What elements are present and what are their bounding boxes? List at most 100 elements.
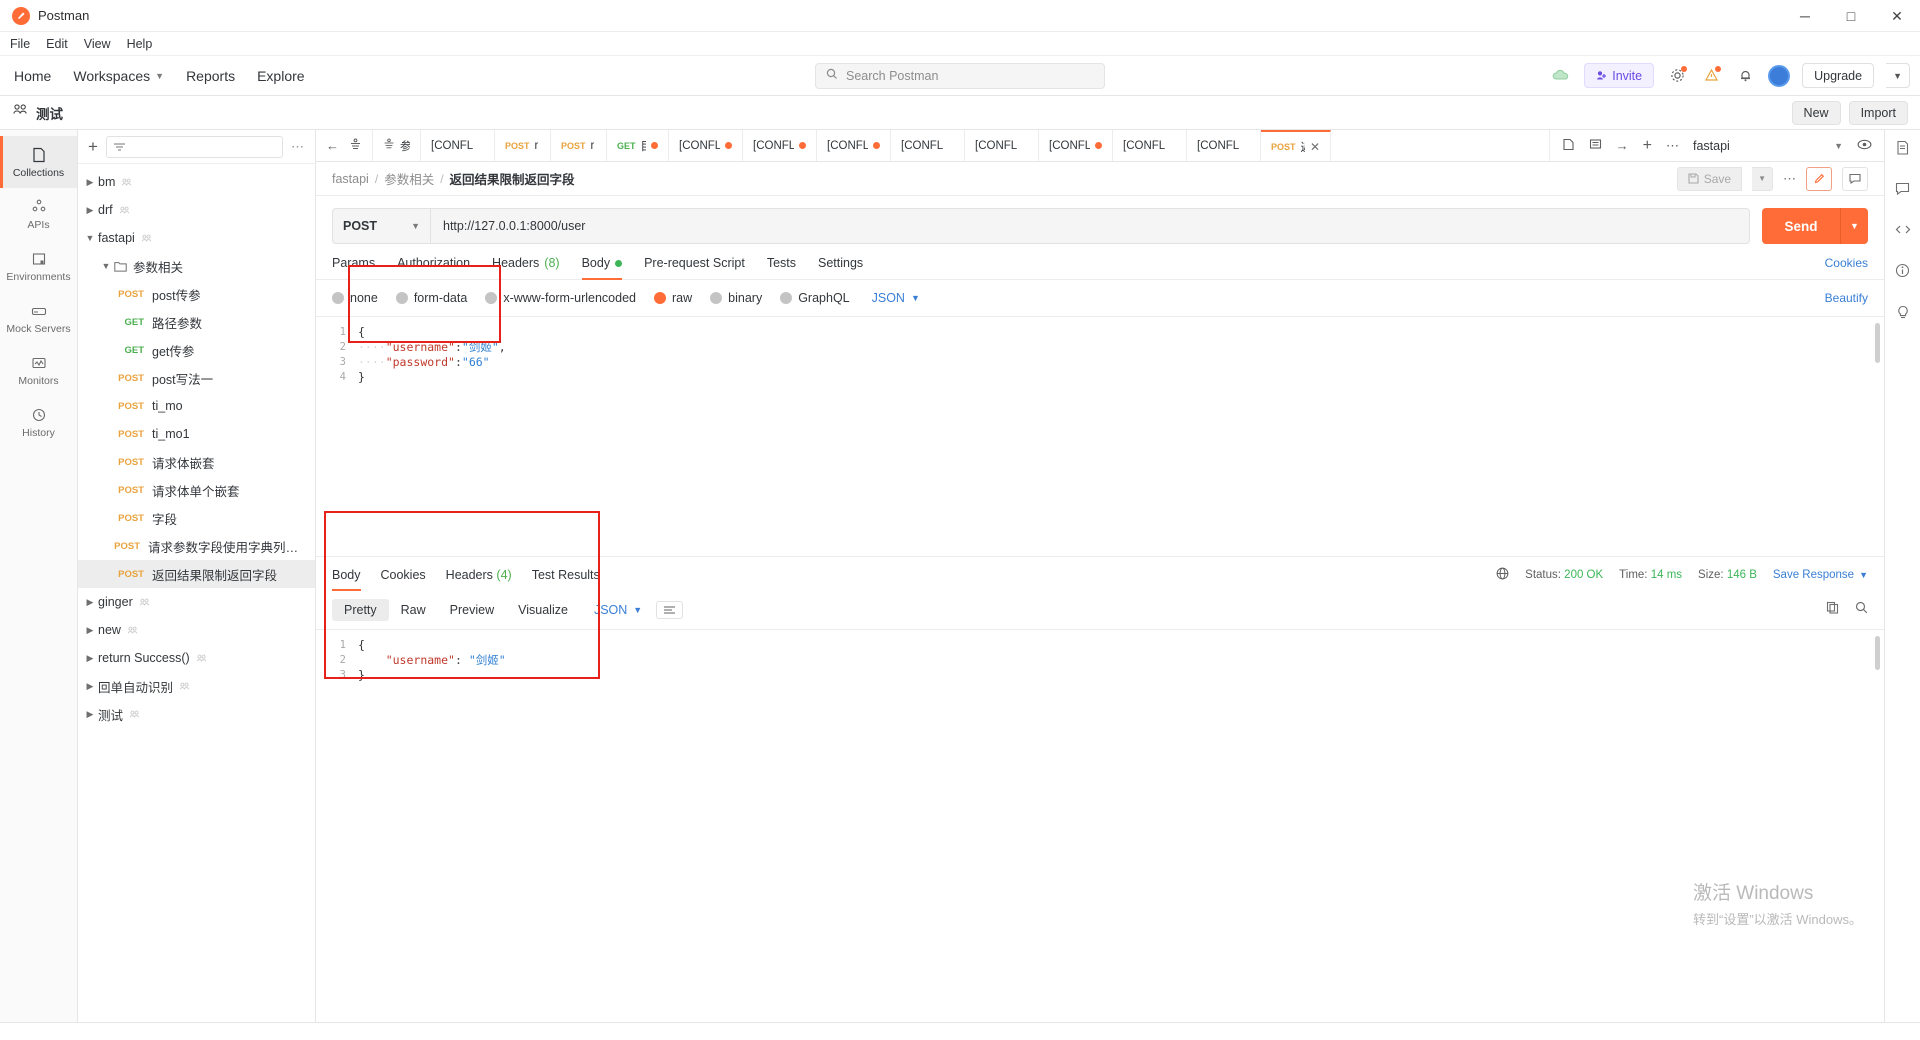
response-tab-body[interactable]: Body (332, 568, 361, 591)
tree-collection-row[interactable]: ▶ return Success() (78, 644, 315, 672)
settings-gear-icon[interactable] (1666, 65, 1688, 87)
chevron-right-icon[interactable]: ▶ (82, 653, 98, 664)
sync-status-icon[interactable] (1550, 65, 1572, 87)
view-pretty[interactable]: Pretty (332, 599, 389, 621)
rail-item-mock-servers[interactable]: Mock Servers (0, 292, 77, 344)
nav-reports[interactable]: Reports (186, 68, 235, 84)
response-tab-cookies[interactable]: Cookies (381, 568, 426, 590)
menu-item-edit[interactable]: Edit (46, 37, 68, 51)
nav-home[interactable]: Home (14, 68, 51, 84)
tree-request-row[interactable]: POST post写法一 (78, 364, 315, 392)
open-tab[interactable]: [CONFL (669, 130, 743, 161)
beautify-link[interactable]: Beautify (1825, 291, 1868, 305)
tree-collection-row[interactable]: ▶ ginger (78, 588, 315, 616)
chevron-right-icon[interactable]: ▶ (82, 625, 98, 636)
chevron-down-icon[interactable]: ▼ (98, 261, 114, 271)
search-icon[interactable] (1855, 601, 1868, 619)
add-new-icon[interactable]: + (88, 138, 98, 155)
response-body-viewer[interactable]: 1{2 "username": "剑姬" 3} (316, 630, 1884, 1022)
open-tab[interactable]: [CONFL (743, 130, 817, 161)
open-tab[interactable]: POST r (495, 130, 551, 161)
close-tab-icon[interactable]: ✕ (1310, 140, 1320, 154)
open-tab[interactable]: 参 (373, 130, 421, 161)
tree-request-row[interactable]: POST 请求体嵌套 (78, 448, 315, 476)
request-more-icon[interactable]: ⋯ (1783, 171, 1796, 187)
chevron-down-icon[interactable]: ▼ (82, 233, 98, 243)
upgrade-chevron-icon[interactable]: ▼ (1886, 63, 1910, 88)
rail-item-apis[interactable]: APIs (0, 188, 77, 240)
tree-folder-row[interactable]: ▼ 参数相关 (78, 252, 315, 280)
forward-arrow-icon[interactable]: → (1616, 138, 1629, 153)
info-icon[interactable] (1895, 263, 1910, 283)
rail-item-monitors[interactable]: Monitors (0, 344, 77, 396)
body-type-none[interactable]: none (332, 291, 378, 305)
response-tab-test-results[interactable]: Test Results (532, 568, 600, 590)
tab-headers[interactable]: Headers (8) (492, 256, 560, 279)
send-chevron-icon[interactable]: ▼ (1840, 208, 1868, 244)
edit-pencil-icon[interactable] (1806, 166, 1832, 191)
chevron-right-icon[interactable]: ▶ (82, 709, 98, 720)
tree-request-row[interactable]: GET get传参 (78, 336, 315, 364)
request-body-editor[interactable]: 1{2 ····"username":"剑姬", 3 ····"password":"… (316, 317, 1884, 557)
tree-collection-row[interactable]: ▶ bm (78, 168, 315, 196)
back-arrow-icon[interactable]: ← (326, 138, 339, 153)
body-type-raw[interactable]: raw (654, 291, 692, 305)
tree-collection-row[interactable]: ▶ 测试 (78, 700, 315, 728)
tab-authorization[interactable]: Authorization (397, 256, 470, 279)
tree-request-row[interactable]: GET 路径参数 (78, 308, 315, 336)
menu-item-view[interactable]: View (84, 37, 111, 51)
environment-selector[interactable]: fastapi ▼ (1693, 139, 1843, 153)
response-format-selector[interactable]: JSON ▼ (594, 603, 642, 617)
new-button[interactable]: New (1791, 100, 1841, 125)
search-input[interactable]: Search Postman (815, 62, 1105, 89)
tab-body[interactable]: Body (581, 256, 623, 280)
body-type-form-data[interactable]: form-data (395, 291, 467, 305)
menu-item-help[interactable]: Help (127, 37, 153, 51)
bell-icon[interactable] (1734, 65, 1756, 87)
upgrade-button[interactable]: Upgrade (1802, 63, 1875, 88)
request-editor-scrollbar[interactable] (1875, 323, 1880, 363)
save-chevron-icon[interactable]: ▼ (1752, 166, 1773, 191)
response-viewer-scrollbar[interactable] (1875, 636, 1880, 670)
breadcrumb-collection[interactable]: fastapi (332, 172, 369, 186)
save-button[interactable]: Save (1676, 166, 1743, 191)
tree-collection-row[interactable]: ▶ new (78, 616, 315, 644)
response-tab-headers[interactable]: Headers (4) (446, 568, 512, 590)
save-response-button[interactable]: Save Response ▼ (1773, 569, 1868, 581)
open-tab[interactable]: [CONFL (1039, 130, 1113, 161)
tree-request-row[interactable]: POST post传参 (78, 280, 315, 308)
chevron-right-icon[interactable]: ▶ (82, 597, 98, 608)
view-raw[interactable]: Raw (389, 599, 438, 621)
view-preview[interactable]: Preview (438, 599, 506, 621)
open-tab[interactable]: [CONFL (817, 130, 891, 161)
tree-request-row[interactable]: POST 返回结果限制返回字段 (78, 560, 315, 588)
tree-collection-row[interactable]: ▼ fastapi (78, 224, 315, 252)
notifications-alert-icon[interactable] (1700, 65, 1722, 87)
body-type-binary[interactable]: binary (710, 291, 762, 305)
tab-params[interactable]: Params (332, 256, 375, 279)
tree-request-row[interactable]: POST 字段 (78, 504, 315, 532)
body-type-urlencoded[interactable]: x-www-form-urlencoded (485, 291, 636, 305)
rail-item-collections[interactable]: Collections (0, 136, 77, 188)
tree-request-row[interactable]: POST 请求参数字段使用字典列表集合... (78, 532, 315, 560)
tab-pre-request-script[interactable]: Pre-request Script (644, 256, 745, 279)
comment-icon[interactable] (1842, 166, 1868, 191)
tree-request-row[interactable]: POST ti_mo (78, 392, 315, 420)
chevron-right-icon[interactable]: ▶ (82, 205, 98, 216)
tree-request-row[interactable]: POST ti_mo1 (78, 420, 315, 448)
open-tab[interactable]: [CONFL (965, 130, 1039, 161)
close-button[interactable]: ✕ (1874, 0, 1920, 32)
tab-tests[interactable]: Tests (767, 256, 796, 279)
import-button[interactable]: Import (1848, 100, 1908, 125)
tab-more-icon[interactable]: ⋯ (1666, 138, 1679, 154)
open-tab[interactable]: [CONFL (1187, 130, 1261, 161)
eye-icon[interactable] (1857, 138, 1872, 153)
rail-item-environments[interactable]: Environments (0, 240, 77, 292)
chevron-right-icon[interactable]: ▶ (82, 177, 98, 188)
view-visualize[interactable]: Visualize (506, 599, 580, 621)
tree-collection-row[interactable]: ▶ 回单自动识别 (78, 672, 315, 700)
url-input[interactable]: http://127.0.0.1:8000/user (430, 208, 1750, 244)
minimize-button[interactable]: ─ (1782, 0, 1828, 32)
send-button[interactable]: Send (1762, 208, 1840, 244)
tree-collection-row[interactable]: ▶ drf (78, 196, 315, 224)
